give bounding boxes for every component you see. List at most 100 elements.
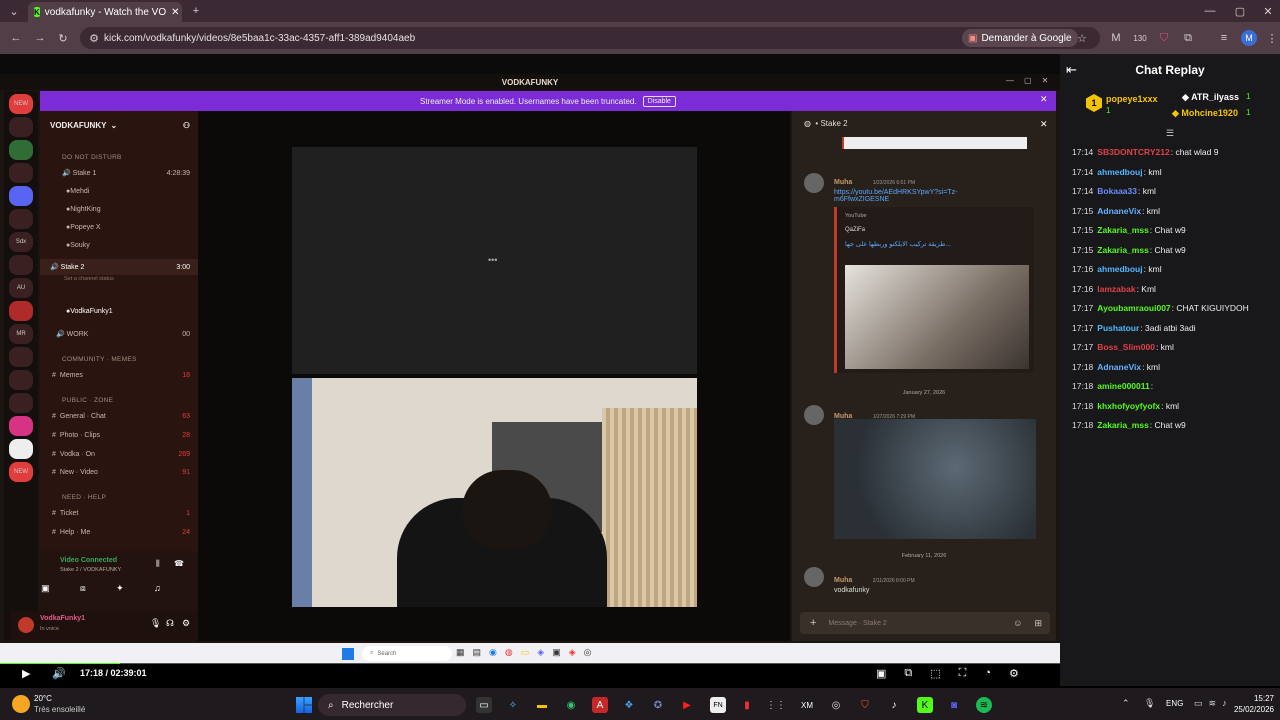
- chrome-menu-icon[interactable]: ⋮: [1264, 30, 1280, 46]
- server-icon[interactable]: NEW: [9, 94, 33, 114]
- category-dnd[interactable]: DO NOT DISTURB: [40, 149, 198, 165]
- spotify-icon[interactable]: ≋: [976, 697, 992, 713]
- chat-username[interactable]: Ayoubamraoui007: [1097, 303, 1170, 313]
- category-public[interactable]: PUBLIC · ZONE: [40, 392, 198, 408]
- video-thumbnail[interactable]: [845, 265, 1029, 369]
- settings-gear-icon[interactable]: ⚙: [1009, 667, 1019, 680]
- chat-username[interactable]: AdnaneVix: [1097, 362, 1141, 372]
- avatar[interactable]: [804, 405, 824, 425]
- voice-user-self[interactable]: ● VodkaFunky1: [40, 303, 198, 319]
- disable-streamer-button[interactable]: Disable: [642, 95, 676, 107]
- chat-username[interactable]: Zakaria_mss: [1097, 225, 1149, 235]
- new-tab-icon[interactable]: +: [188, 3, 204, 19]
- close-icon[interactable]: ✕: [1042, 76, 1049, 85]
- back-icon[interactable]: ←: [8, 30, 24, 46]
- category-help[interactable]: NEED · HELP: [40, 489, 198, 505]
- voice-channel-work[interactable]: 🔊 WORK 00: [40, 326, 198, 342]
- channel-status-hint[interactable]: Set a channel status: [40, 271, 198, 287]
- voice-user[interactable]: ● Mehdi: [40, 183, 198, 199]
- weather-desc[interactable]: Très ensoleillé: [34, 705, 85, 714]
- system-tray[interactable]: ▭ ≋ ♪: [1194, 698, 1227, 709]
- bookmark-star-icon[interactable]: ☆: [1074, 30, 1090, 46]
- app-flow-icon[interactable]: ❖: [621, 697, 637, 713]
- server-icon[interactable]: [9, 416, 33, 436]
- maximize-icon[interactable]: ▢: [1232, 3, 1248, 19]
- chat-username[interactable]: Pushatour: [1097, 323, 1139, 333]
- clock-date[interactable]: 25/02/2026: [1228, 705, 1274, 714]
- server-icon[interactable]: [9, 186, 33, 206]
- server-icon[interactable]: Sdx: [9, 232, 33, 252]
- add-member-icon[interactable]: ⚇: [183, 121, 190, 130]
- chat-username[interactable]: Zakaria_mss: [1097, 245, 1149, 255]
- server-icon[interactable]: [9, 301, 33, 321]
- maximize-icon[interactable]: ▢: [1024, 76, 1032, 85]
- banner-close-icon[interactable]: ✕: [1040, 94, 1048, 105]
- extension-shield-icon[interactable]: ⛉: [1156, 30, 1172, 46]
- server-icon[interactable]: AU: [9, 278, 33, 298]
- video-tile-loading[interactable]: •••: [292, 147, 697, 374]
- channel-ticket[interactable]: # Ticket 1: [40, 505, 198, 521]
- weather-sun-icon[interactable]: [12, 695, 30, 713]
- channel-memes[interactable]: # Memes 18: [40, 367, 198, 383]
- youtube-embed[interactable]: YouTube QaZiFa طريقة تركيب الابلكتو وربط…: [834, 207, 1034, 373]
- ask-google-button[interactable]: ▣ Demander à Google: [962, 29, 1078, 47]
- language-indicator[interactable]: ENG: [1166, 699, 1183, 708]
- task-view-icon[interactable]: ▭: [476, 697, 492, 713]
- app-dots-icon[interactable]: ⋮⋮: [766, 697, 786, 713]
- clip-icon[interactable]: ⬚: [930, 667, 940, 680]
- expand-pinned-icon[interactable]: ☰: [1166, 128, 1174, 139]
- chat-username[interactable]: Boss_Slim000: [1097, 342, 1155, 352]
- chat-username[interactable]: lamzabak: [1097, 284, 1135, 294]
- chrome-icon[interactable]: ◉: [563, 697, 579, 713]
- app-a-icon[interactable]: A: [592, 697, 608, 713]
- clock-time[interactable]: 15:27: [1228, 694, 1274, 703]
- file-explorer-icon[interactable]: ▬: [534, 697, 550, 713]
- address-bar[interactable]: kick.com/vodkafunky/videos/8e5baa1c-33ac…: [80, 27, 1100, 49]
- miniplayer-icon[interactable]: ⧉: [904, 667, 912, 680]
- server-icon[interactable]: [9, 439, 33, 459]
- gifter-name[interactable]: ◆ Mohcine1920: [1172, 108, 1238, 119]
- teams-icon[interactable]: ✪: [650, 697, 666, 713]
- obs-icon[interactable]: ◎: [828, 697, 844, 713]
- server-name[interactable]: VODKAFUNKY ⌄ ⚇: [40, 117, 198, 133]
- copilot-icon[interactable]: ✧: [505, 697, 521, 713]
- tab-close-icon[interactable]: ✕: [171, 7, 179, 18]
- chat-username[interactable]: ahmedbouj: [1097, 167, 1142, 177]
- screenshare-icon[interactable]: ⧈: [80, 583, 86, 594]
- gifter-name[interactable]: ◆ ATR_ilyass: [1182, 92, 1239, 103]
- message-link[interactable]: https://youtu.be/AEdHRKSYpwY?si=Tz-m6Ffw…: [834, 189, 984, 203]
- browser-tab[interactable]: K vodkafunky - Watch the VO ✕: [28, 2, 182, 22]
- reload-icon[interactable]: ↻: [55, 30, 71, 46]
- voice-user[interactable]: ● NightKing: [40, 201, 198, 217]
- play-icon[interactable]: ▶: [22, 667, 30, 680]
- minimize-icon[interactable]: —: [1006, 76, 1014, 85]
- fn-app-icon[interactable]: FN: [710, 697, 726, 713]
- server-icon[interactable]: [9, 140, 33, 160]
- server-icon[interactable]: [9, 117, 33, 137]
- chat-username[interactable]: khxhofyoyfyofx: [1097, 401, 1160, 411]
- voice-user[interactable]: ● Popeye X: [40, 219, 198, 235]
- minimize-icon[interactable]: —: [1202, 3, 1218, 19]
- xm-app-icon[interactable]: XM: [799, 697, 815, 713]
- camera-icon[interactable]: ▣: [41, 583, 50, 594]
- brave-icon[interactable]: ⛉: [857, 697, 873, 713]
- forward-icon[interactable]: →: [32, 30, 48, 46]
- server-icon[interactable]: [9, 163, 33, 183]
- avatar[interactable]: [18, 617, 34, 633]
- theater-mode-icon[interactable]: ▣: [876, 667, 886, 680]
- extension-m-icon[interactable]: M: [1108, 30, 1124, 46]
- category-community[interactable]: COMMUNITY · MEMES: [40, 351, 198, 367]
- mic-icon[interactable]: 🎙: [150, 618, 161, 629]
- attach-plus-icon[interactable]: +: [810, 617, 816, 629]
- tiktok-icon[interactable]: ♪: [886, 697, 902, 713]
- message-input[interactable]: + Message · Stake 2 ☺ ⊞: [800, 612, 1050, 634]
- chat-username[interactable]: Zakaria_mss: [1097, 420, 1149, 430]
- server-icon[interactable]: [9, 255, 33, 275]
- channel-general-chat[interactable]: # General · Chat 63: [40, 408, 198, 424]
- tab-menu-chevron-icon[interactable]: ⌄: [6, 3, 22, 19]
- signal-icon[interactable]: ⫼: [156, 559, 160, 569]
- server-icon[interactable]: NEW: [9, 462, 33, 482]
- tray-overflow-icon[interactable]: ⌃: [1122, 698, 1130, 709]
- chat-username[interactable]: SB3DONTCRY212: [1097, 147, 1169, 157]
- chat-username[interactable]: AdnaneVix: [1097, 206, 1141, 216]
